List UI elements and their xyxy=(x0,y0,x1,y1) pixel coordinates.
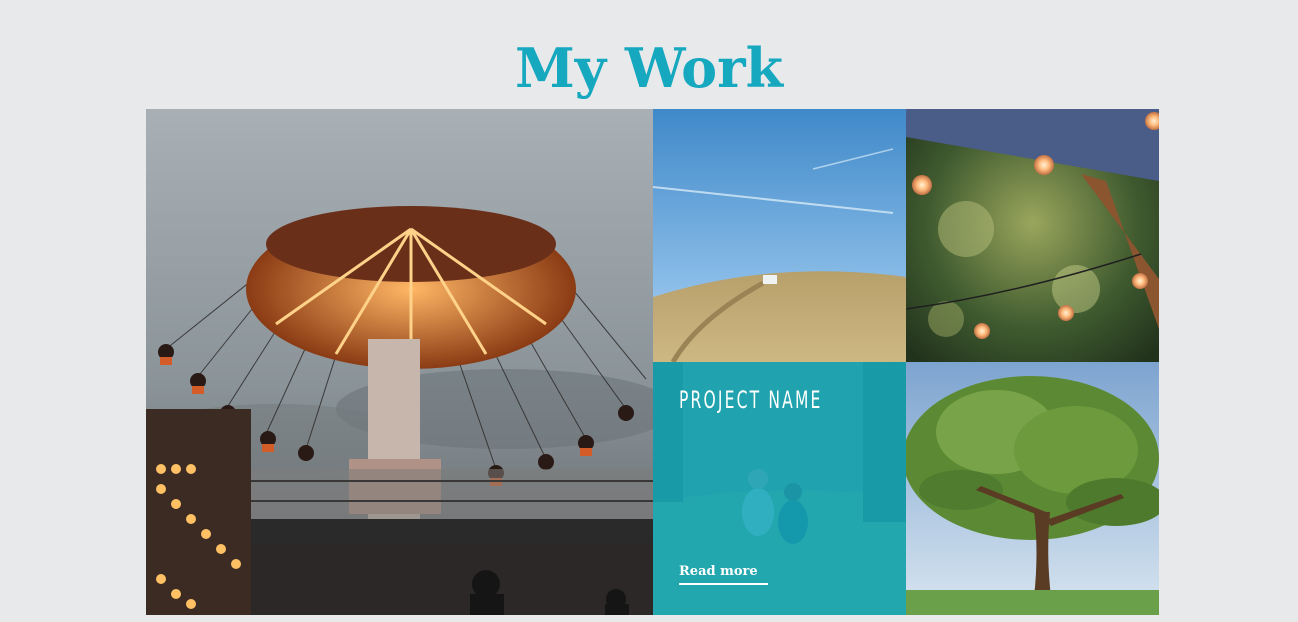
portfolio-tile-carnival[interactable] xyxy=(146,109,653,615)
hillside-car-photo xyxy=(653,109,906,362)
page-title: My Work xyxy=(514,36,784,101)
portfolio-grid: PROJECT NAME Read more xyxy=(146,109,1159,615)
carnival-swing-ride-photo xyxy=(146,109,653,615)
portfolio-tile-project[interactable]: PROJECT NAME Read more xyxy=(653,362,906,615)
oak-tree-photo xyxy=(906,362,1159,615)
portfolio-page: My Work PROJECT NAME Read more xyxy=(0,0,1298,622)
string-lights-photo xyxy=(906,109,1159,362)
project-name: PROJECT NAME xyxy=(679,386,823,414)
portfolio-tile-lights[interactable] xyxy=(906,109,1159,362)
portfolio-tile-tree[interactable] xyxy=(906,362,1159,615)
portfolio-tile-hillside[interactable] xyxy=(653,109,906,362)
read-more-link[interactable]: Read more xyxy=(679,564,768,585)
